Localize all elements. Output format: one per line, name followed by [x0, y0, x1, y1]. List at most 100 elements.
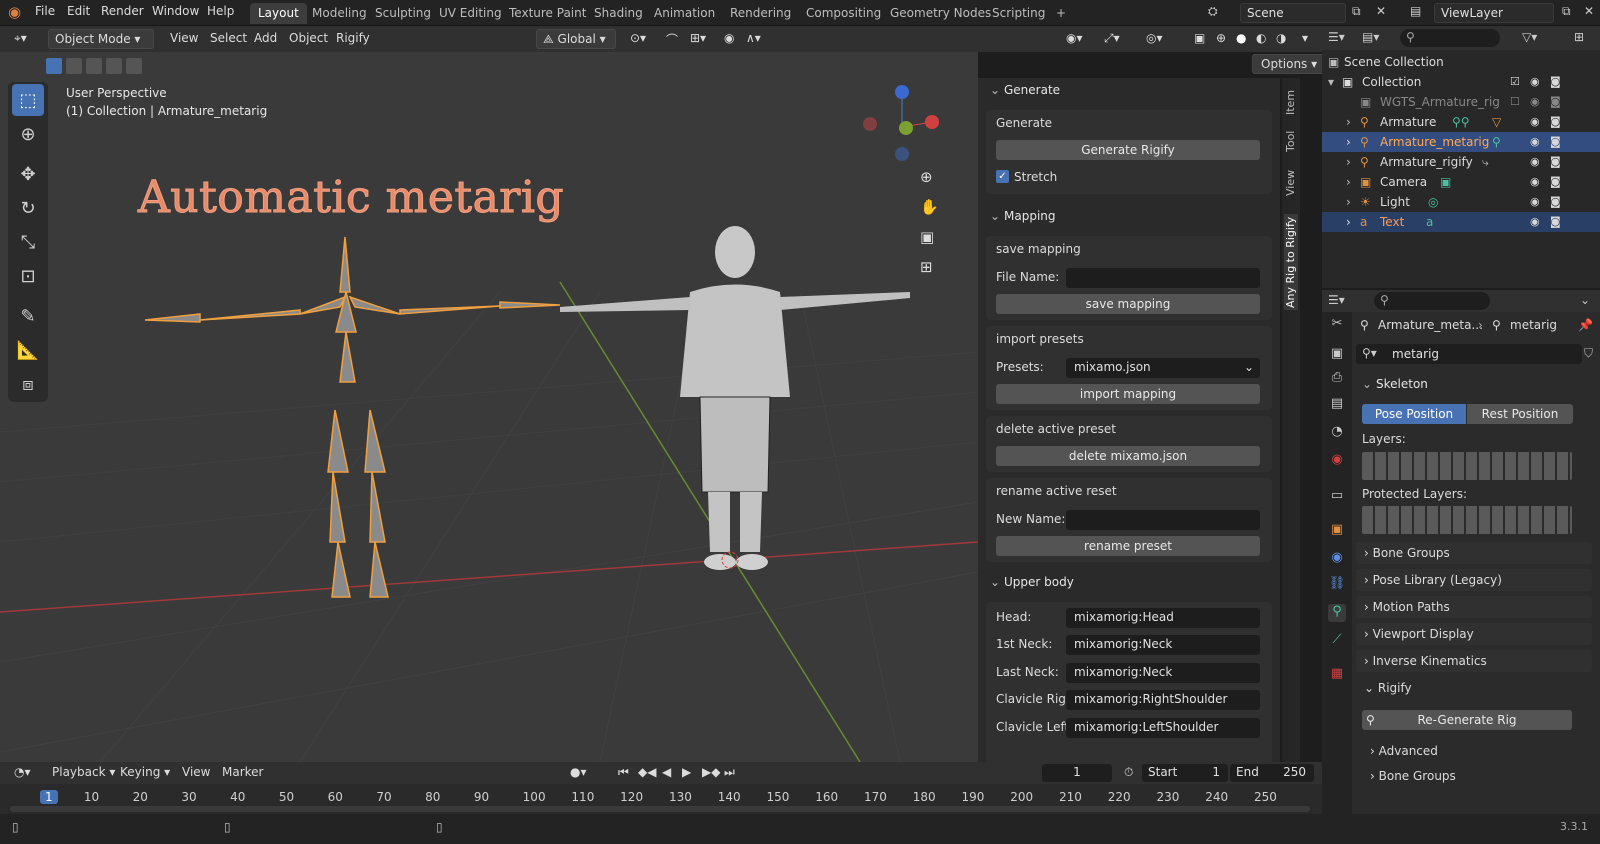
- chevron-down-icon[interactable]: ⌄: [1580, 293, 1590, 307]
- scene-selector[interactable]: Scene: [1240, 3, 1346, 23]
- upper-body-section-header[interactable]: ⌄ Upper body: [978, 572, 1280, 594]
- menu-file[interactable]: File: [35, 4, 55, 18]
- start-frame-field[interactable]: Start 1: [1142, 764, 1228, 782]
- eye-icon[interactable]: ◉: [1530, 115, 1540, 128]
- tab-view[interactable]: View: [1284, 166, 1298, 200]
- display-mode-icon[interactable]: ▤▾: [1362, 30, 1379, 44]
- stopwatch-icon[interactable]: ⏱: [1118, 763, 1139, 783]
- new-view-layer-icon[interactable]: ⧉: [1562, 4, 1571, 19]
- chevron-right-icon[interactable]: ›: [1346, 215, 1351, 229]
- generate-section-header[interactable]: ⌄ Generate: [978, 80, 1280, 102]
- outliner-row-text[interactable]: › a Text a ◉ ◙: [1322, 212, 1600, 232]
- advanced-subpanel[interactable]: › Advanced: [1370, 744, 1438, 758]
- timeline-scrollbar[interactable]: [10, 806, 1310, 812]
- pan-hand-icon[interactable]: ✋: [920, 198, 939, 216]
- cursor-tool-icon[interactable]: ⊕: [12, 118, 44, 150]
- mapping-section-header[interactable]: ⌄ Mapping: [978, 206, 1280, 228]
- menu-window[interactable]: Window: [152, 4, 199, 18]
- checkbox-icon[interactable]: ☐: [1510, 95, 1520, 108]
- new-scene-icon[interactable]: ⧉: [1352, 4, 1361, 19]
- editor-type-icon[interactable]: ⌖▾: [8, 29, 33, 49]
- last-neck-field[interactable]: mixamorig:Neck: [1066, 663, 1260, 683]
- outliner-row-light[interactable]: › ☀ Light ◎ ◉ ◙: [1322, 192, 1600, 212]
- eye-icon[interactable]: ◉: [1530, 135, 1540, 148]
- properties-search-input[interactable]: ⚲: [1374, 292, 1490, 310]
- tab-shading[interactable]: Shading: [586, 3, 651, 24]
- tab-modeling[interactable]: Modeling: [304, 3, 375, 24]
- viewport-display-section[interactable]: › Viewport Display: [1356, 623, 1592, 645]
- tab-geometry-nodes[interactable]: Geometry Nodes: [882, 3, 999, 24]
- outliner-search-input[interactable]: ⚲: [1400, 29, 1500, 47]
- fake-user-shield-icon[interactable]: ⛉: [1584, 346, 1593, 361]
- camera-icon[interactable]: ◙: [1550, 135, 1561, 148]
- outliner-row-armature[interactable]: › ⚲ Armature ⚲⚲ ▽ ◉ ◙: [1322, 112, 1600, 132]
- outliner-row-armature-metarig[interactable]: › ⚲ Armature_metarig ⚲ ◉ ◙: [1322, 132, 1600, 152]
- overlay-icon[interactable]: ◎▾: [1140, 29, 1169, 49]
- render-tab-icon[interactable]: ▣: [1328, 346, 1346, 364]
- scene-icon[interactable]: ⛭: [1208, 4, 1218, 19]
- scene-collection-row[interactable]: ▣ Scene Collection: [1322, 52, 1600, 72]
- zoom-icon[interactable]: ⊕: [920, 168, 933, 186]
- select-box-tool-icon[interactable]: ⬚: [12, 84, 44, 116]
- editor-type-icon[interactable]: ☰▾: [1328, 293, 1345, 307]
- menu-rigify[interactable]: Rigify: [330, 29, 376, 49]
- motion-paths-section[interactable]: › Motion Paths: [1356, 596, 1592, 618]
- camera-icon[interactable]: ◙: [1550, 155, 1561, 168]
- outliner-row-camera[interactable]: › ▣ Camera ▣ ◉ ◙: [1322, 172, 1600, 192]
- menu-view[interactable]: View: [176, 763, 216, 783]
- import-mapping-button[interactable]: import mapping: [996, 384, 1260, 404]
- auto-keying-icon[interactable]: ●▾: [564, 763, 593, 783]
- select-extend-icon[interactable]: [66, 58, 82, 74]
- new-name-input[interactable]: [1066, 510, 1260, 530]
- tab-any-rig-to-rigify[interactable]: Any Rig to Rigify: [1284, 214, 1298, 310]
- mode-selector[interactable]: Object Mode ▾: [48, 29, 154, 49]
- presets-dropdown[interactable]: mixamo.json ⌄: [1066, 358, 1260, 378]
- outliner-row-collection[interactable]: ▾ ▣ Collection ☑ ◉ ◙: [1322, 72, 1600, 92]
- view-layer-tab-icon[interactable]: ▤: [1328, 396, 1346, 414]
- eye-icon[interactable]: ◉: [1530, 175, 1540, 188]
- play-icon[interactable]: ▶: [676, 763, 697, 783]
- rigify-section[interactable]: ⌄ Rigify: [1356, 677, 1592, 699]
- menu-playback[interactable]: Playback ▾: [46, 763, 121, 783]
- rest-position-button[interactable]: Rest Position: [1467, 404, 1573, 424]
- bone-groups-section[interactable]: › Bone Groups: [1356, 542, 1592, 564]
- bone-tab-icon[interactable]: ⟋: [1328, 632, 1346, 650]
- snap-target-icon[interactable]: ⊞▾: [684, 29, 712, 49]
- regenerate-rig-button[interactable]: ⚲ Re-Generate Rig: [1362, 710, 1572, 730]
- head-bone-field[interactable]: mixamorig:Head: [1066, 608, 1260, 628]
- timeline[interactable]: 1 10 20 30 40 50 60 70 80 90 100 110 120 130 140 150 160…: [0, 784, 1322, 814]
- remove-scene-icon[interactable]: ✕: [1376, 4, 1386, 18]
- chevron-right-icon[interactable]: ›: [1346, 195, 1351, 209]
- armature-data-tab-icon[interactable]: ⚲: [1328, 604, 1346, 622]
- checkbox-icon[interactable]: ☑: [1510, 75, 1520, 88]
- proportional-edit-icon[interactable]: ◉: [718, 29, 740, 49]
- texture-tab-icon[interactable]: ▦: [1328, 666, 1346, 684]
- output-tab-icon[interactable]: ⎙: [1328, 370, 1346, 388]
- chevron-right-icon[interactable]: ›: [1346, 115, 1351, 129]
- camera-view-icon[interactable]: ▣: [920, 228, 934, 246]
- tab-scripting[interactable]: Scripting: [984, 3, 1053, 24]
- pose-library-section[interactable]: › Pose Library (Legacy): [1356, 569, 1592, 591]
- camera-icon[interactable]: ◙: [1550, 115, 1561, 128]
- clavicle-right-field[interactable]: mixamorig:RightShoulder: [1066, 690, 1260, 710]
- outliner-row-wgts[interactable]: ▣ WGTS_Armature_rig ☐ ◉ ◙: [1322, 92, 1600, 112]
- visibility-icon[interactable]: ◉▾: [1060, 29, 1089, 49]
- select-subtract-icon[interactable]: [86, 58, 102, 74]
- rotate-tool-icon[interactable]: ↻: [12, 192, 44, 224]
- select-new-icon[interactable]: [46, 58, 62, 74]
- pose-position-button[interactable]: Pose Position: [1362, 404, 1466, 424]
- 3d-viewport[interactable]: ⬚ ⊕ ✥ ↻ ⤡ ⊡ ✎ 📐 ⧈ User Perspective (1) C…: [0, 52, 978, 762]
- new-collection-icon[interactable]: ⊞: [1574, 30, 1584, 44]
- tab-item[interactable]: Item: [1284, 84, 1298, 120]
- object-tab-icon[interactable]: ▣: [1328, 522, 1346, 540]
- select-intersect-icon[interactable]: [126, 58, 142, 74]
- tab-sculpting[interactable]: Sculpting: [367, 3, 439, 24]
- add-workspace-button[interactable]: +: [1048, 3, 1074, 24]
- chevron-right-icon[interactable]: ›: [1346, 135, 1351, 149]
- editor-type-icon[interactable]: ◔▾: [8, 763, 37, 783]
- play-reverse-icon[interactable]: ◀: [656, 763, 677, 783]
- menu-render[interactable]: Render: [101, 4, 144, 18]
- file-name-input[interactable]: [1066, 268, 1260, 288]
- move-tool-icon[interactable]: ✥: [12, 158, 44, 190]
- eye-icon[interactable]: ◉: [1530, 195, 1540, 208]
